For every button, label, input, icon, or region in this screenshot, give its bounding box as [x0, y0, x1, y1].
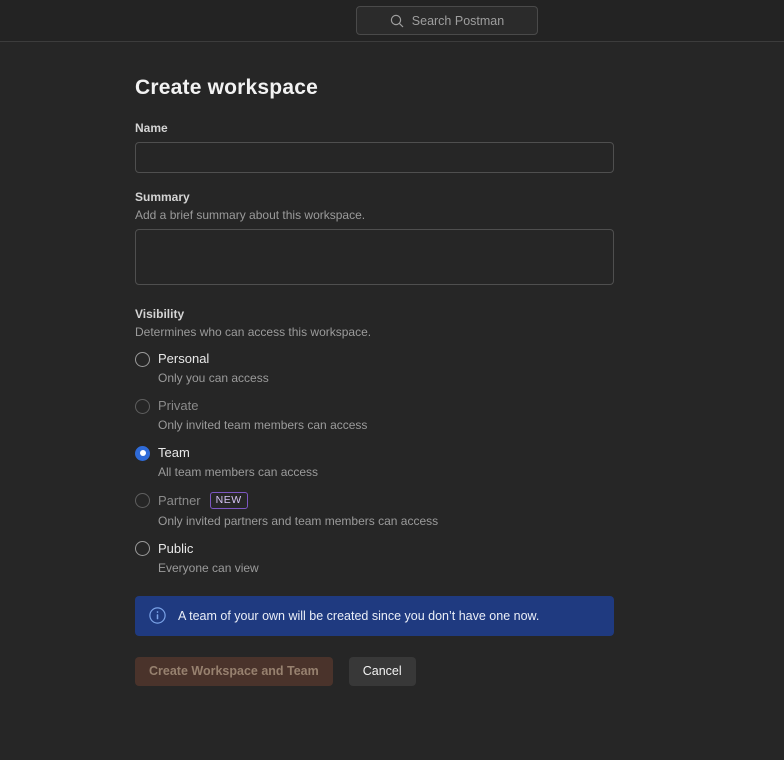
create-workspace-button[interactable]: Create Workspace and Team — [135, 657, 333, 686]
visibility-option-team[interactable]: Team All team members can access — [135, 445, 614, 479]
name-label: Name — [135, 121, 614, 135]
visibility-option-public[interactable]: Public Everyone can view — [135, 541, 614, 575]
name-input[interactable] — [135, 142, 614, 173]
option-label-private: Private — [158, 398, 198, 413]
form-actions: Create Workspace and Team Cancel — [135, 657, 614, 686]
visibility-help: Determines who can access this workspace… — [135, 325, 614, 339]
top-bar: Search Postman — [0, 0, 784, 42]
option-desc-partner: Only invited partners and team members c… — [158, 514, 438, 528]
visibility-option-partner[interactable]: Partner NEW Only invited partners and te… — [135, 492, 614, 528]
radio-partner[interactable] — [135, 493, 150, 508]
option-label-personal: Personal — [158, 351, 209, 366]
option-label-public: Public — [158, 541, 193, 556]
radio-private[interactable] — [135, 399, 150, 414]
search-input[interactable]: Search Postman — [356, 6, 538, 35]
radio-personal[interactable] — [135, 352, 150, 367]
banner-text: A team of your own will be created since… — [178, 609, 539, 623]
radio-team[interactable] — [135, 446, 150, 461]
visibility-label: Visibility — [135, 307, 614, 321]
team-info-banner: A team of your own will be created since… — [135, 596, 614, 636]
summary-textarea[interactable] — [135, 229, 614, 285]
option-desc-private: Only invited team members can access — [158, 418, 367, 432]
visibility-field-block: Visibility Determines who can access thi… — [135, 307, 614, 575]
option-label-team: Team — [158, 445, 190, 460]
new-badge: NEW — [210, 492, 248, 509]
search-placeholder: Search Postman — [412, 14, 504, 28]
page-title: Create workspace — [135, 76, 614, 100]
name-field-block: Name — [135, 121, 614, 173]
visibility-option-personal[interactable]: Personal Only you can access — [135, 351, 614, 385]
summary-label: Summary — [135, 190, 614, 204]
visibility-options: Personal Only you can access Private Onl… — [135, 351, 614, 575]
summary-help: Add a brief summary about this workspace… — [135, 208, 614, 222]
option-desc-personal: Only you can access — [158, 371, 269, 385]
option-desc-team: All team members can access — [158, 465, 318, 479]
option-desc-public: Everyone can view — [158, 561, 259, 575]
create-workspace-form: Create workspace Name Summary Add a brie… — [135, 76, 614, 686]
option-label-partner: Partner — [158, 493, 201, 508]
summary-field-block: Summary Add a brief summary about this w… — [135, 190, 614, 290]
info-icon — [149, 607, 166, 624]
visibility-option-private[interactable]: Private Only invited team members can ac… — [135, 398, 614, 432]
cancel-button[interactable]: Cancel — [349, 657, 416, 686]
radio-public[interactable] — [135, 541, 150, 556]
search-icon — [390, 14, 404, 28]
